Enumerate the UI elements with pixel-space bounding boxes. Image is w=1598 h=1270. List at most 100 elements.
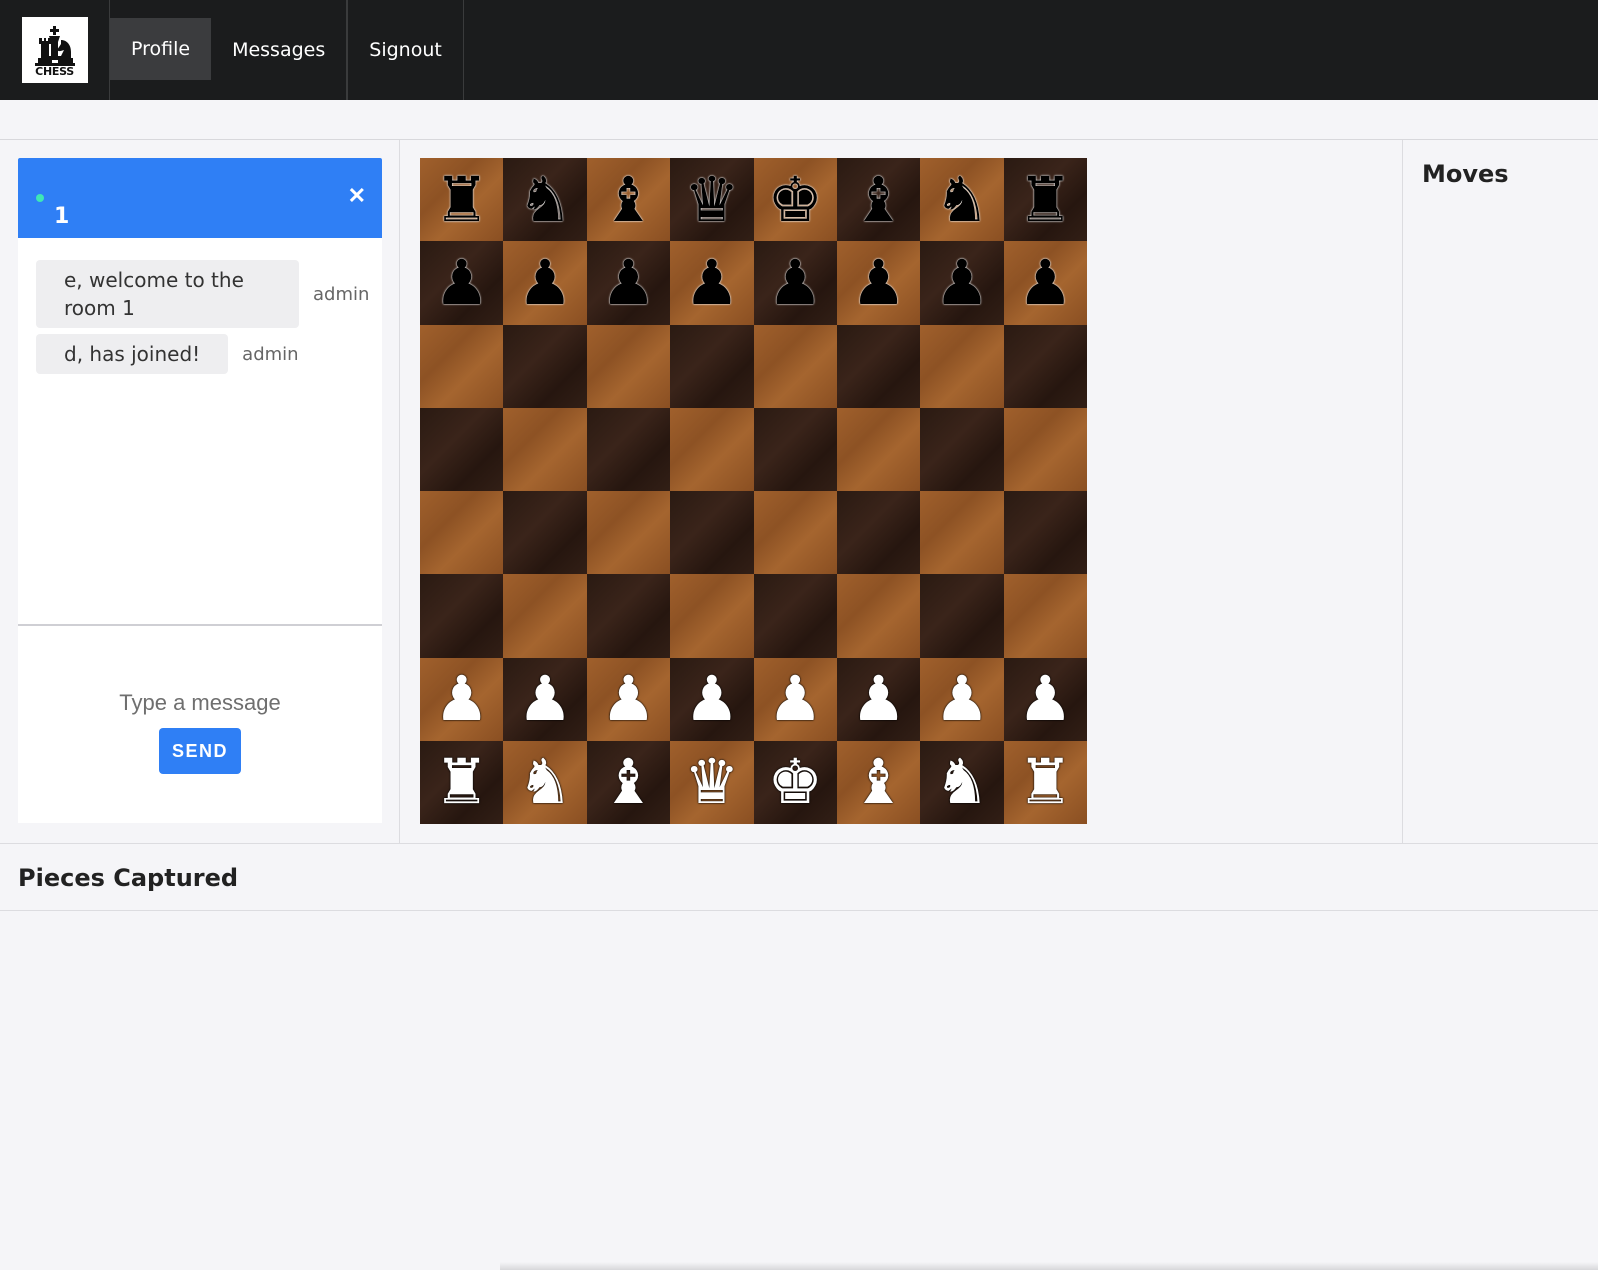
white-pawn-icon[interactable]: ♟	[767, 668, 823, 730]
board-square-b6[interactable]	[503, 324, 587, 408]
white-pawn-icon[interactable]: ♟	[434, 668, 490, 730]
board-square-d3[interactable]	[670, 574, 754, 658]
black-knight-icon[interactable]: ♞	[934, 168, 990, 231]
board-square-c7[interactable]: ♟	[586, 241, 671, 325]
white-knight-icon[interactable]: ♞	[934, 751, 990, 813]
board-square-c6[interactable]	[586, 324, 671, 408]
board-square-g3[interactable]	[920, 574, 1004, 658]
black-pawn-icon[interactable]: ♟	[851, 251, 907, 314]
board-square-b4[interactable]	[503, 491, 587, 575]
board-square-e1[interactable]: ♚	[753, 740, 837, 824]
black-rook-icon[interactable]: ♜	[434, 168, 490, 231]
board-square-f4[interactable]	[836, 491, 921, 575]
board-square-h7[interactable]: ♟	[1003, 241, 1087, 325]
board-square-f1[interactable]: ♝	[836, 740, 921, 824]
white-rook-icon[interactable]: ♜	[1018, 751, 1074, 813]
board-square-f5[interactable]	[836, 407, 921, 491]
board-square-a1[interactable]: ♜	[420, 740, 504, 824]
board-square-e2[interactable]: ♟	[753, 657, 837, 741]
board-square-h6[interactable]	[1003, 324, 1087, 408]
white-queen-icon[interactable]: ♛	[684, 751, 740, 813]
board-square-b2[interactable]: ♟	[503, 657, 587, 741]
black-pawn-icon[interactable]: ♟	[434, 251, 490, 314]
white-rook-icon[interactable]: ♜	[434, 751, 490, 813]
board-square-h5[interactable]	[1003, 407, 1087, 491]
white-bishop-icon[interactable]: ♝	[601, 751, 657, 813]
black-queen-icon[interactable]: ♛	[684, 168, 740, 231]
nav-profile[interactable]: Profile	[110, 18, 212, 80]
board-square-b8[interactable]: ♞	[503, 158, 587, 242]
board-square-h3[interactable]	[1003, 574, 1087, 658]
board-square-g1[interactable]: ♞	[920, 740, 1004, 824]
board-square-c3[interactable]	[586, 574, 671, 658]
board-square-f7[interactable]: ♟	[836, 241, 921, 325]
board-square-a4[interactable]	[420, 491, 504, 575]
board-square-g6[interactable]	[920, 324, 1004, 408]
black-king-icon[interactable]: ♚	[767, 168, 823, 231]
board-square-g2[interactable]: ♟	[920, 657, 1004, 741]
board-square-c8[interactable]: ♝	[586, 158, 671, 242]
board-square-a7[interactable]: ♟	[420, 241, 504, 325]
white-king-icon[interactable]: ♚	[767, 751, 823, 813]
board-square-e3[interactable]	[753, 574, 837, 658]
board-square-b7[interactable]: ♟	[503, 241, 587, 325]
black-pawn-icon[interactable]: ♟	[934, 251, 990, 314]
board-square-g5[interactable]	[920, 407, 1004, 491]
board-square-g7[interactable]: ♟	[920, 241, 1004, 325]
black-bishop-icon[interactable]: ♝	[851, 168, 907, 231]
board-square-e4[interactable]	[753, 491, 837, 575]
board-square-f6[interactable]	[836, 324, 921, 408]
board-square-c5[interactable]	[586, 407, 671, 491]
board-square-d8[interactable]: ♛	[670, 158, 754, 242]
board-square-d2[interactable]: ♟	[670, 657, 754, 741]
black-pawn-icon[interactable]: ♟	[601, 251, 657, 314]
board-square-a8[interactable]: ♜	[420, 158, 504, 242]
white-pawn-icon[interactable]: ♟	[684, 668, 740, 730]
board-square-f3[interactable]	[836, 574, 921, 658]
board-square-d4[interactable]	[670, 491, 754, 575]
black-pawn-icon[interactable]: ♟	[684, 251, 740, 314]
board-square-d5[interactable]	[670, 407, 754, 491]
white-knight-icon[interactable]: ♞	[517, 751, 573, 813]
board-square-b3[interactable]	[503, 574, 587, 658]
board-square-g8[interactable]: ♞	[920, 158, 1004, 242]
white-pawn-icon[interactable]: ♟	[934, 668, 990, 730]
board-square-h8[interactable]: ♜	[1003, 158, 1087, 242]
send-button[interactable]: SEND	[159, 728, 241, 774]
chess-logo[interactable]: CHESS	[21, 17, 88, 83]
board-square-c4[interactable]	[586, 491, 671, 575]
board-square-d7[interactable]: ♟	[670, 241, 754, 325]
board-square-e7[interactable]: ♟	[753, 241, 837, 325]
black-rook-icon[interactable]: ♜	[1018, 168, 1074, 231]
board-square-h1[interactable]: ♜	[1003, 740, 1087, 824]
white-pawn-icon[interactable]: ♟	[851, 668, 907, 730]
white-pawn-icon[interactable]: ♟	[517, 668, 573, 730]
board-square-f2[interactable]: ♟	[836, 657, 921, 741]
white-pawn-icon[interactable]: ♟	[1018, 668, 1074, 730]
board-square-d6[interactable]	[670, 324, 754, 408]
board-square-c2[interactable]: ♟	[586, 657, 671, 741]
board-square-b5[interactable]	[503, 407, 587, 491]
board-square-e5[interactable]	[753, 407, 837, 491]
board-square-d1[interactable]: ♛	[670, 740, 754, 824]
board-square-e8[interactable]: ♚	[753, 158, 837, 242]
black-pawn-icon[interactable]: ♟	[1018, 251, 1074, 314]
board-square-f8[interactable]: ♝	[836, 158, 921, 242]
black-bishop-icon[interactable]: ♝	[601, 168, 657, 231]
board-square-b1[interactable]: ♞	[503, 740, 587, 824]
close-icon[interactable]: ✕	[348, 184, 366, 208]
board-square-h4[interactable]	[1003, 491, 1087, 575]
board-square-a5[interactable]	[420, 407, 504, 491]
nav-messages[interactable]: Messages	[211, 0, 348, 100]
message-input[interactable]	[115, 690, 285, 716]
board-square-a6[interactable]	[420, 324, 504, 408]
nav-signout[interactable]: Signout	[347, 0, 464, 100]
black-pawn-icon[interactable]: ♟	[767, 251, 823, 314]
white-pawn-icon[interactable]: ♟	[601, 668, 657, 730]
board-square-e6[interactable]	[753, 324, 837, 408]
logo-container[interactable]: CHESS	[0, 0, 110, 100]
black-pawn-icon[interactable]: ♟	[517, 251, 573, 314]
black-knight-icon[interactable]: ♞	[517, 168, 573, 231]
board-square-h2[interactable]: ♟	[1003, 657, 1087, 741]
board-square-c1[interactable]: ♝	[586, 740, 671, 824]
